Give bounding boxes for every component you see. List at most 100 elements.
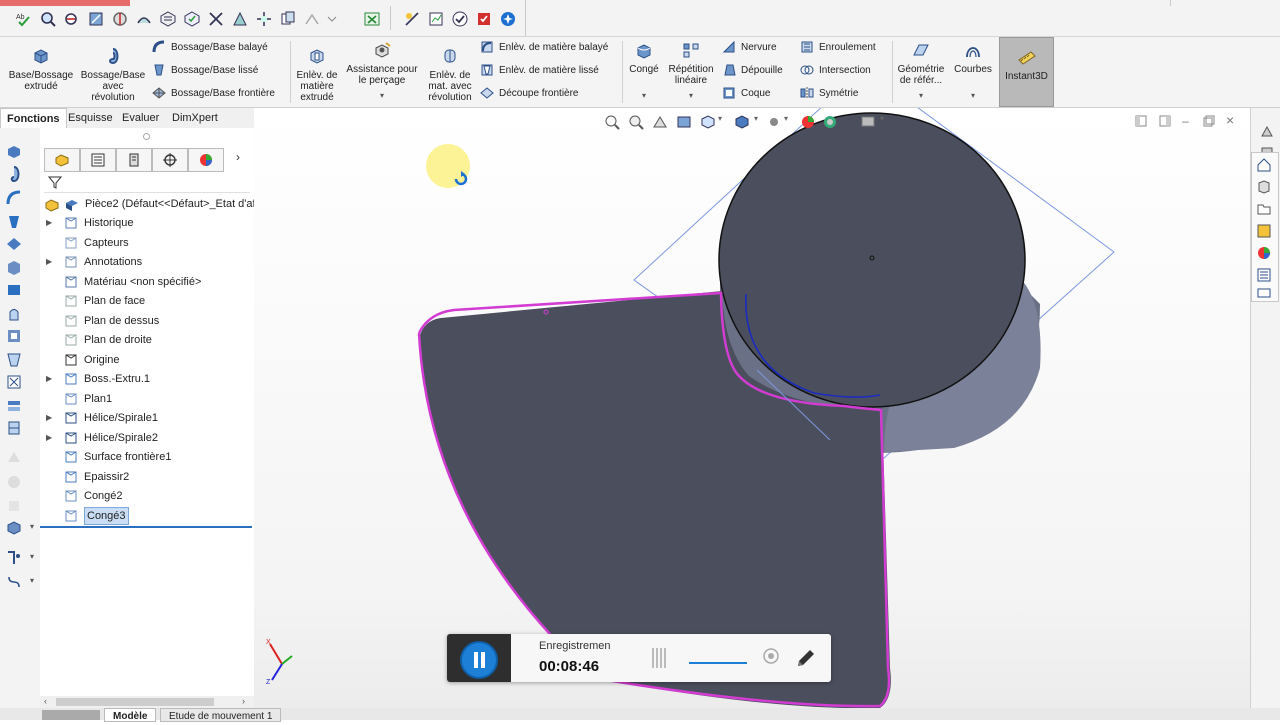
shell-button[interactable]: Coque <box>722 85 770 103</box>
ref-geometry-button[interactable]: Géométrie de référ... ▾ <box>894 41 948 101</box>
tab-dimxpert-manager[interactable] <box>152 148 188 172</box>
shell-icon[interactable] <box>6 328 22 344</box>
stack-icon[interactable] <box>6 398 22 414</box>
resources-icon[interactable] <box>1259 124 1275 140</box>
pause-button[interactable] <box>460 641 498 679</box>
wrap-button[interactable]: Enroulement <box>800 39 876 57</box>
swept-cut-button[interactable]: Enlèv. de matière balayé <box>480 39 608 57</box>
cut-icon[interactable] <box>6 374 22 390</box>
curve-icon[interactable] <box>6 574 22 590</box>
view-settings-icon[interactable] <box>860 114 876 130</box>
drag-handle[interactable] <box>652 648 666 668</box>
previous-view-icon[interactable] <box>652 114 668 130</box>
fillet-button[interactable]: Congé ▾ <box>626 41 662 101</box>
spellcheck-icon[interactable]: Ab <box>16 11 32 27</box>
volume-slider[interactable] <box>689 662 747 664</box>
body-icon[interactable] <box>6 520 22 536</box>
check-geometry-icon[interactable] <box>184 11 200 27</box>
linear-pattern-dropdown-icon[interactable]: ▾ <box>664 90 718 101</box>
mass-properties-icon[interactable] <box>88 11 104 27</box>
tab-configuration-manager[interactable] <box>116 148 152 172</box>
rollback-bar[interactable] <box>40 526 252 528</box>
measure-icon[interactable] <box>64 11 80 27</box>
base-revolve-button[interactable]: Bossage/Base avec révolution <box>78 47 148 103</box>
settings-wheel-icon[interactable] <box>500 11 516 27</box>
horizontal-scrollbar[interactable]: ‹ › <box>40 696 254 708</box>
graphics-area[interactable]: ▾ ▾ ▾ ▾ – × XZ <box>254 108 1250 710</box>
costing-icon[interactable] <box>428 11 444 27</box>
view-orientation-icon[interactable] <box>700 114 716 130</box>
boundary-icon[interactable] <box>6 236 22 252</box>
scroll-right-icon[interactable]: › <box>242 696 245 706</box>
zebra-icon[interactable] <box>160 11 176 27</box>
draft-button[interactable]: Dépouille <box>722 62 783 80</box>
restore-icon[interactable] <box>1202 114 1216 128</box>
section-view-icon[interactable] <box>676 114 692 130</box>
pencil-icon[interactable] <box>795 647 817 669</box>
zoom-to-area-icon[interactable] <box>628 114 644 130</box>
ref-geometry-dropdown-icon[interactable]: ▾ <box>894 90 948 101</box>
home-icon[interactable] <box>1256 157 1272 173</box>
error-checker-icon[interactable] <box>476 11 492 27</box>
view-palette-icon[interactable] <box>1256 223 1272 239</box>
excel-export-icon[interactable] <box>364 11 380 27</box>
custom-properties-icon[interactable] <box>1256 267 1272 283</box>
ref-plane-icon[interactable] <box>6 550 22 566</box>
curves-dropdown-icon[interactable]: ▾ <box>950 90 996 101</box>
linear-pattern-button[interactable]: Répétition linéaire ▾ <box>664 41 718 101</box>
dropdown-arrow-icon[interactable]: ▾ <box>880 114 884 123</box>
loft-boss-button[interactable]: Bossage/Base lissé <box>152 62 258 80</box>
base-extrude-button[interactable]: Base/Bossage extrudé <box>4 47 78 92</box>
undercut-icon[interactable] <box>304 11 320 27</box>
symmetry-check-icon[interactable] <box>208 11 224 27</box>
check-icon[interactable] <box>452 11 468 27</box>
compare-icon[interactable] <box>280 11 296 27</box>
sweep-icon[interactable] <box>6 190 22 206</box>
swept-boss-button[interactable]: Bossage/Base balayé <box>152 39 268 57</box>
expand-arrow-icon[interactable]: ▶ <box>46 370 52 388</box>
draft-analysis-icon[interactable] <box>232 11 248 27</box>
dropdown-arrow-icon[interactable]: ▾ <box>754 114 758 123</box>
section-view-icon[interactable] <box>112 11 128 27</box>
expand-arrow-icon[interactable]: ▶ <box>46 253 52 271</box>
lofted-cut-button[interactable]: Enlèv. de matière lissé <box>480 62 599 80</box>
plane-icon[interactable] <box>6 282 22 298</box>
chevron-right-icon[interactable]: › <box>236 150 240 164</box>
tab-sketch[interactable]: Esquisse <box>62 108 119 128</box>
instant3d-button[interactable]: Instant3D <box>999 37 1054 107</box>
appearances-icon[interactable] <box>1256 245 1272 261</box>
thickness-analysis-icon[interactable] <box>256 11 272 27</box>
tab-evaluate[interactable]: Evaluer <box>116 108 165 128</box>
filter-icon[interactable] <box>48 175 62 189</box>
fillet-dropdown-icon[interactable]: ▾ <box>626 90 662 101</box>
curves-button[interactable]: Courbes ▾ <box>950 41 996 101</box>
design-study-icon[interactable] <box>404 11 420 27</box>
panel-collapse-handle[interactable] <box>143 133 150 140</box>
extruded-cut-button[interactable]: Enlèv. de matière extrudé <box>292 47 342 103</box>
dropdown-arrow-icon[interactable] <box>324 11 340 27</box>
hole-wizard-dropdown-icon[interactable]: ▾ <box>344 90 420 101</box>
expand-arrow-icon[interactable]: ▶ <box>46 214 52 232</box>
extrude-icon[interactable] <box>6 144 22 160</box>
tile-right-icon[interactable] <box>1158 114 1172 128</box>
boundary-boss-button[interactable]: Bossage/Base frontière <box>152 85 275 103</box>
dropdown-arrow-icon[interactable]: ▾ <box>30 576 34 585</box>
webcam-icon[interactable] <box>761 647 781 667</box>
apply-scene-icon[interactable] <box>822 114 838 130</box>
close-icon[interactable]: × <box>1226 112 1234 128</box>
forum-icon[interactable] <box>1256 287 1272 301</box>
tab-dimxpert[interactable]: DimXpert <box>166 108 224 128</box>
hole-icon[interactable] <box>6 306 22 322</box>
draft-icon[interactable] <box>6 352 22 368</box>
dropdown-arrow-icon[interactable]: ▾ <box>30 522 34 531</box>
loft-icon[interactable] <box>6 214 22 230</box>
expand-arrow-icon[interactable]: ▶ <box>46 429 52 447</box>
mirror-button[interactable]: Symétrie <box>800 85 858 103</box>
dropdown-arrow-icon[interactable]: ▾ <box>30 552 34 561</box>
split-icon[interactable] <box>6 420 22 436</box>
zoom-to-fit-icon[interactable] <box>604 114 620 130</box>
expand-arrow-icon[interactable]: ▶ <box>46 409 52 427</box>
tab-navigation-arrows[interactable] <box>42 710 100 720</box>
tab-property-manager[interactable] <box>80 148 116 172</box>
dropdown-arrow-icon[interactable]: ▾ <box>718 114 722 123</box>
